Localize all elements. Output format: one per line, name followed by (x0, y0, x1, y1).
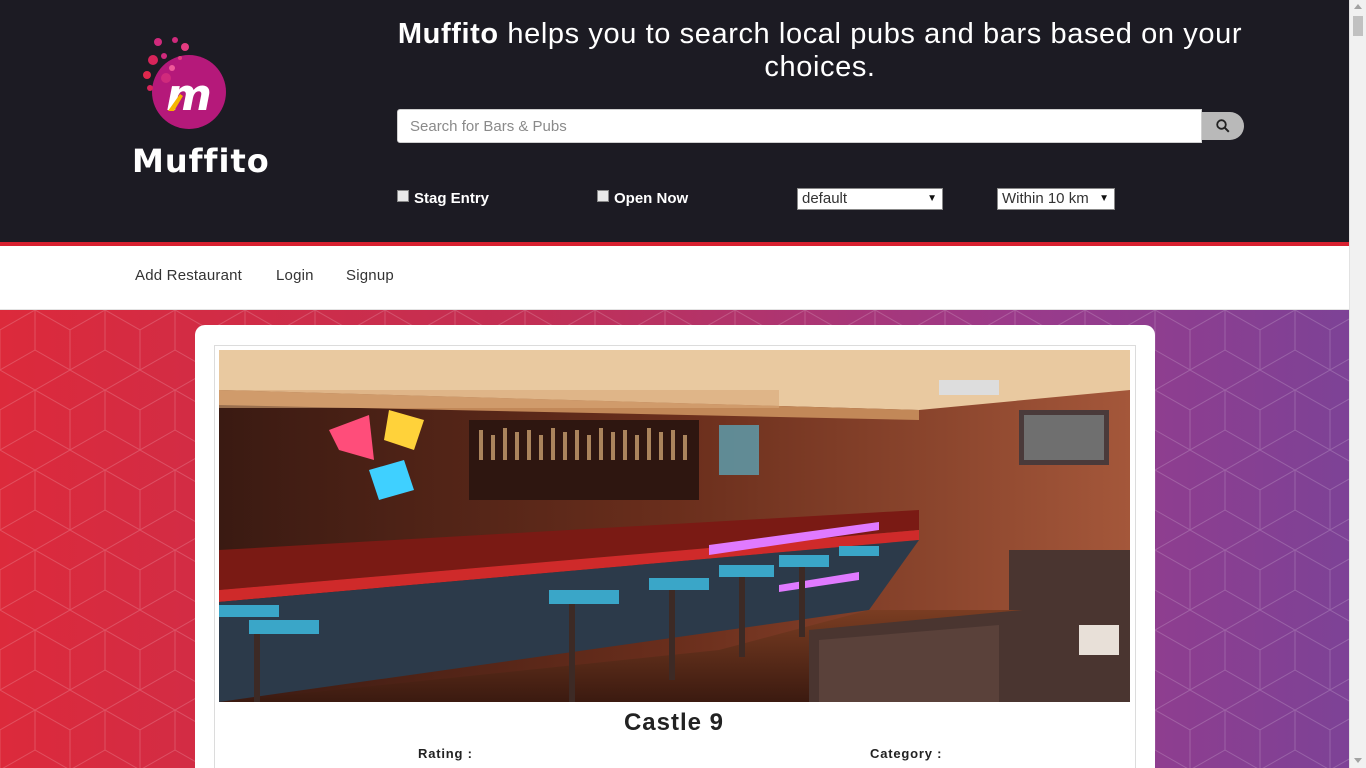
stag-entry-label: Stag Entry (414, 190, 490, 207)
page-scrollbar[interactable] (1349, 0, 1366, 768)
sort-select[interactable]: default ▼ (797, 188, 943, 210)
open-now-label: Open Now (614, 190, 689, 207)
dropdown-arrow-icon: ▼ (927, 193, 937, 204)
sort-select-value: default (802, 190, 848, 207)
logo-wordmark: Muffito (132, 142, 270, 180)
nav-login[interactable]: Login (276, 267, 314, 284)
distance-select[interactable]: Within 10 km ▼ (997, 188, 1115, 210)
search-button[interactable] (1202, 112, 1244, 140)
open-now-checkbox[interactable] (597, 190, 609, 202)
open-now-filter[interactable]: Open Now (597, 190, 688, 207)
dropdown-arrow-icon: ▼ (1099, 193, 1109, 204)
stag-entry-checkbox[interactable] (397, 190, 409, 202)
logo-mark-icon: m (143, 37, 226, 129)
nav-add-restaurant[interactable]: Add Restaurant (135, 267, 242, 284)
scroll-down-arrow-icon[interactable] (1354, 758, 1362, 763)
category-label: Category : (870, 746, 943, 761)
tagline-brand: Muffito (397, 18, 499, 50)
restaurant-name[interactable]: Castle 9 (214, 709, 1134, 737)
main-nav: Add Restaurant Login Signup (0, 246, 1349, 310)
distance-select-value: Within 10 km (1002, 190, 1089, 207)
rating-label: Rating : (418, 746, 473, 761)
search-icon (1216, 119, 1230, 133)
tagline-text: helps you to search local pubs and bars … (498, 18, 1243, 83)
search-input[interactable] (397, 109, 1202, 143)
tagline: Muffito helps you to search local pubs a… (396, 18, 1244, 84)
restaurant-photo[interactable] (219, 350, 1130, 702)
scroll-up-arrow-icon[interactable] (1354, 4, 1362, 9)
scrollbar-thumb[interactable] (1353, 16, 1363, 36)
search-bar (397, 109, 1245, 143)
svg-text:m: m (166, 70, 212, 121)
nav-signup[interactable]: Signup (346, 267, 394, 284)
stag-entry-filter[interactable]: Stag Entry (397, 190, 489, 207)
bar-interior-image (219, 350, 1130, 702)
site-header: m Muffito Muffito helps you to search lo… (0, 0, 1349, 246)
